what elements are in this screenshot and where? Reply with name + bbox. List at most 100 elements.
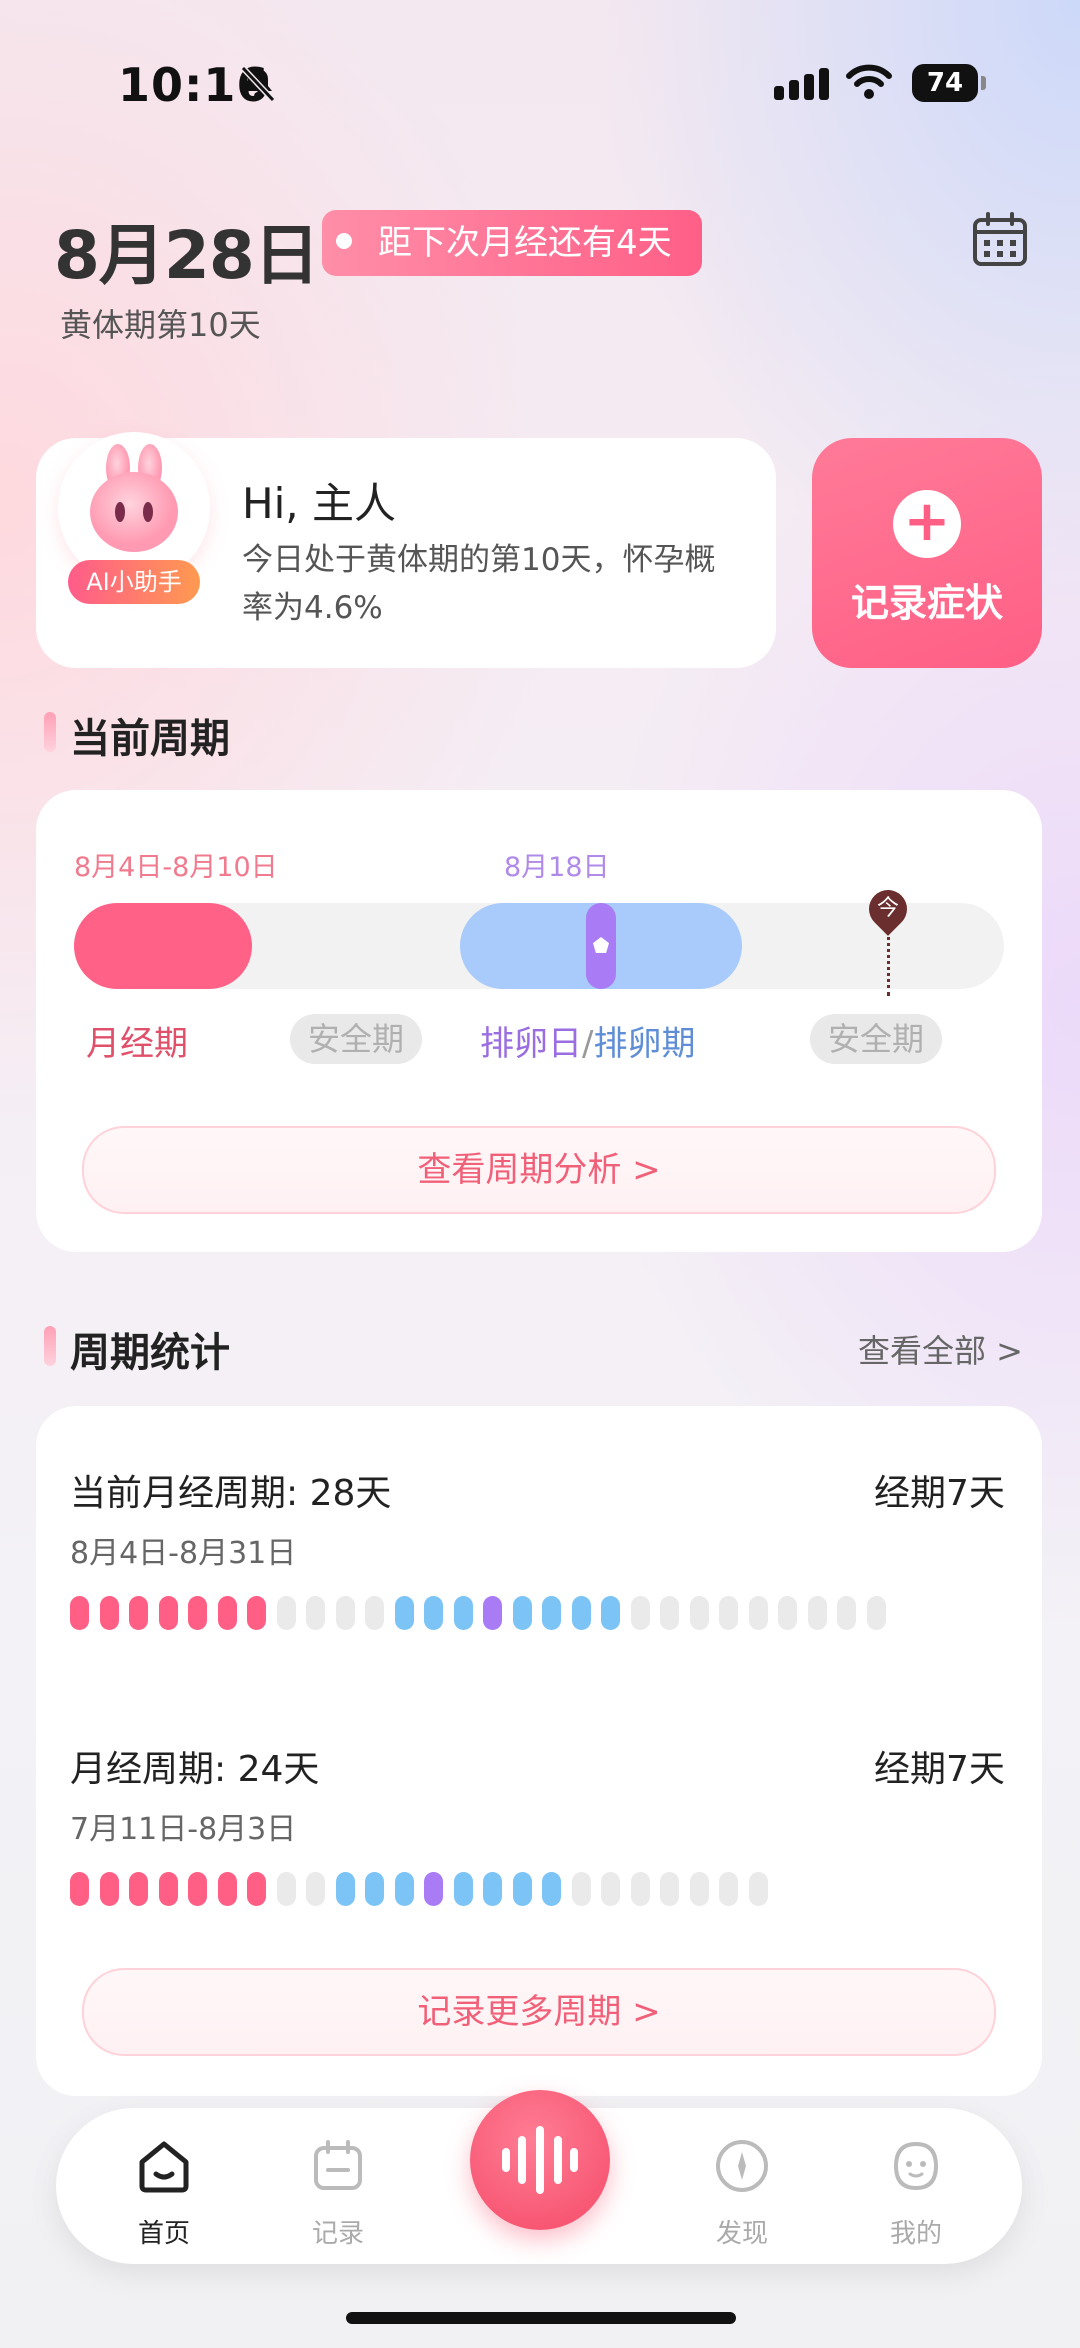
cycle-day-dot <box>719 1872 738 1906</box>
nav-record-label: 记录 <box>311 2219 364 2249</box>
cycle-day-dot <box>630 1596 650 1630</box>
cycle-day-dot <box>719 1596 738 1630</box>
cycle-day-dot <box>601 1596 620 1630</box>
view-all-link[interactable]: 查看全部 > <box>858 1326 1023 1372</box>
home-icon <box>139 2141 189 2193</box>
cycle-day-dot <box>365 1596 384 1630</box>
cycle-day-dots <box>70 1872 768 1906</box>
cycle-day-dot <box>453 1872 473 1906</box>
ovulation-day-marker <box>586 903 616 989</box>
cellular-signal-icon <box>774 68 834 100</box>
cycle-day-dot <box>99 1872 119 1906</box>
cycle-day-dot <box>394 1596 414 1630</box>
nav-profile[interactable]: 我的 <box>846 2136 986 2250</box>
cycle-day-dot <box>483 1872 502 1906</box>
cycle-day-dot <box>99 1596 119 1630</box>
ovulation-period-label: 排卵期 <box>593 1024 696 1064</box>
cycle-day-dot <box>601 1872 620 1906</box>
current-cycle-title: 当前周期 <box>70 716 230 762</box>
cycle-phase-text: 黄体期第10天 <box>60 306 261 344</box>
cycle-row-range: 8月4日-8月31日 <box>70 1536 297 1571</box>
cycle-day-dot <box>306 1872 325 1906</box>
cycle-day-dot <box>571 1596 591 1630</box>
cycle-day-dot <box>483 1596 502 1630</box>
nav-discover-label: 发现 <box>715 2219 768 2249</box>
cycle-day-dot <box>276 1872 296 1906</box>
voice-icon <box>502 2126 578 2194</box>
cycle-day-dot <box>247 1872 266 1906</box>
cycle-row-period: 经期7天 <box>874 1473 1005 1514</box>
cycle-row-title: 月经周期: 24天 <box>70 1749 320 1790</box>
cycle-day-dot <box>748 1872 768 1906</box>
today-marker-text: 今 <box>876 896 899 921</box>
cycle-day-dot <box>453 1596 473 1630</box>
cycle-row-range: 7月11日-8月3日 <box>70 1812 297 1847</box>
cycle-day-dot <box>129 1872 148 1906</box>
cycle-stats-title: 周期统计 <box>70 1330 230 1376</box>
period-phase-label: 月经期 <box>86 1024 188 1064</box>
battery-icon: 74 <box>912 64 986 102</box>
cycle-day-dot <box>807 1596 827 1630</box>
cycle-day-dot <box>217 1872 237 1906</box>
compass-icon <box>716 2140 768 2192</box>
calendar-icon[interactable] <box>970 210 1030 270</box>
cycle-day-dot <box>70 1872 89 1906</box>
cycle-day-dot <box>335 1872 355 1906</box>
today-dotted-line <box>887 930 890 996</box>
cycle-day-dot <box>512 1596 532 1630</box>
page-date: 8月28日 <box>54 217 320 294</box>
cycle-day-dot <box>188 1872 207 1906</box>
ai-message: 今日处于黄体期的第10天，怀孕概率为4.6% <box>242 542 716 626</box>
cycle-day-dot <box>424 1596 443 1630</box>
section-accent <box>44 712 56 752</box>
cycle-day-dot <box>424 1872 443 1906</box>
cycle-day-dot <box>748 1596 768 1630</box>
cycle-day-dot <box>158 1872 178 1906</box>
cycle-day-dot <box>866 1596 886 1630</box>
nav-record[interactable]: 记录 <box>268 2136 408 2250</box>
cycle-day-dot <box>512 1872 532 1906</box>
profile-icon <box>893 2141 939 2191</box>
cycle-day-dot <box>217 1596 237 1630</box>
cycle-day-dot <box>689 1596 709 1630</box>
cycle-day-dot <box>689 1872 709 1906</box>
nav-discover[interactable]: 发现 <box>672 2136 812 2250</box>
nav-home-label: 首页 <box>137 2219 190 2249</box>
ovulation-phase-labels: 排卵日/排卵期 <box>480 1016 695 1065</box>
cycle-day-dot <box>660 1872 679 1906</box>
calendar-record-icon <box>314 2140 362 2190</box>
record-symptoms-label: 记录症状 <box>850 581 1003 625</box>
cycle-day-dot <box>542 1596 561 1630</box>
section-accent <box>44 1326 56 1366</box>
cycle-day-dot <box>306 1596 325 1630</box>
cycle-day-dot <box>778 1596 797 1630</box>
bell-muted-icon <box>240 65 276 103</box>
ovulation-date-label: 8月18日 <box>504 852 610 883</box>
voice-record-button[interactable] <box>470 2090 610 2230</box>
cycle-day-dot <box>837 1596 856 1630</box>
home-indicator <box>346 2312 736 2324</box>
nav-home[interactable]: 首页 <box>94 2136 234 2250</box>
plus-icon: + <box>893 490 961 558</box>
cycle-day-dot <box>70 1596 89 1630</box>
nav-profile-label: 我的 <box>889 2219 942 2249</box>
ovulation-day-label: 排卵日 <box>480 1024 582 1064</box>
cycle-day-dot <box>129 1596 148 1630</box>
cycle-day-dot <box>335 1596 355 1630</box>
wifi-icon <box>846 64 892 99</box>
safe-phase-label-2: 安全期 <box>810 1014 943 1064</box>
view-cycle-analysis-button[interactable]: 查看周期分析 > <box>82 1126 996 1214</box>
label-separator: / <box>582 1024 594 1064</box>
period-countdown-badge: 距下次月经还有4天 <box>322 210 702 276</box>
period-range-label: 8月4日-8月10日 <box>74 852 278 883</box>
cycle-day-dot <box>158 1596 178 1630</box>
cycle-day-dot <box>660 1596 679 1630</box>
period-segment <box>74 903 252 989</box>
cycle-day-dot <box>247 1596 266 1630</box>
cycle-day-dot <box>276 1596 296 1630</box>
cycle-day-dot <box>188 1596 207 1630</box>
record-more-cycles-button[interactable]: 记录更多周期 > <box>82 1968 996 2056</box>
cycle-day-dot <box>394 1872 414 1906</box>
safe-phase-label-1: 安全期 <box>290 1014 423 1064</box>
cycle-day-dot <box>571 1872 591 1906</box>
